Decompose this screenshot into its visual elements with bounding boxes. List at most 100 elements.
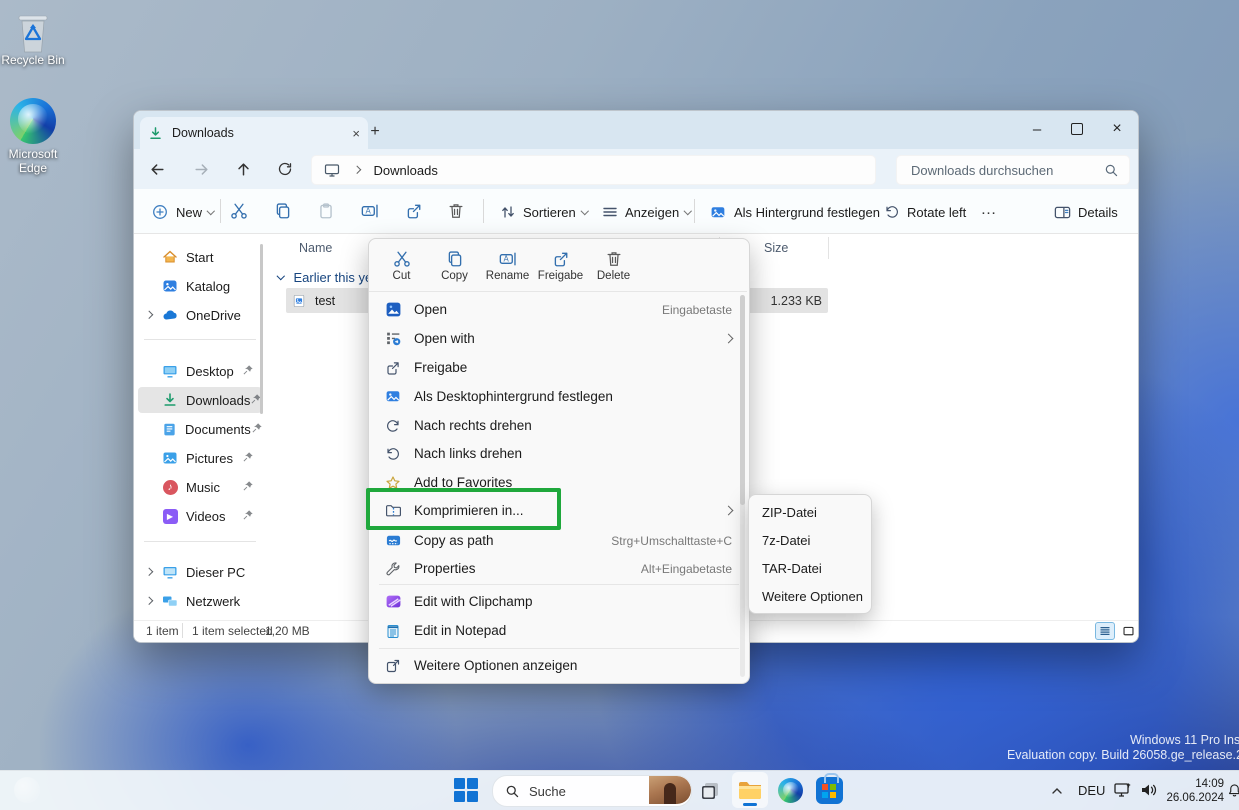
sidebar-item-start[interactable]: Start (138, 244, 262, 270)
copy-button[interactable] (268, 196, 298, 226)
maximize-button[interactable] (1057, 112, 1097, 146)
menu-item-share[interactable]: Freigabe (374, 353, 742, 382)
image-file-icon (292, 294, 306, 308)
menu-item-copy-as-path[interactable]: Copy as path Strg+Umschalttaste+C (374, 526, 742, 555)
tab-close-icon[interactable]: × (352, 126, 360, 141)
rotate-left-button[interactable]: Rotate left (878, 199, 972, 225)
group-header[interactable]: Earlier this ye (278, 267, 372, 287)
quick-share-button[interactable]: Freigabe (534, 244, 587, 288)
widgets-icon[interactable] (14, 777, 40, 803)
task-view-button[interactable] (698, 779, 722, 803)
sort-button[interactable]: Sortieren (494, 199, 593, 225)
notification-bell-icon[interactable] (1226, 782, 1239, 798)
expand-chevron-icon[interactable] (145, 311, 153, 319)
cut-button[interactable] (224, 196, 254, 226)
new-button[interactable]: New (144, 199, 222, 225)
sidebar-item-katalog[interactable]: Katalog (138, 273, 262, 299)
quick-delete-button[interactable]: Delete (587, 244, 640, 288)
tray-expand-button[interactable] (1048, 782, 1066, 800)
evaluation-watermark: Windows 11 Pro Insi Evaluation copy. Bui… (823, 733, 1239, 763)
start-button[interactable] (452, 776, 480, 804)
paste-button[interactable] (311, 196, 341, 226)
network-tray-icon[interactable] (1112, 779, 1134, 801)
active-app-indicator (743, 803, 757, 806)
minimize-button[interactable]: – (1017, 112, 1057, 146)
menu-item-rotate-right[interactable]: Nach rechts drehen (374, 411, 742, 440)
column-separator[interactable] (828, 237, 829, 259)
quick-rename-button[interactable]: A Rename (481, 244, 534, 288)
search-input[interactable] (909, 162, 1083, 179)
bing-daily-image[interactable] (649, 776, 691, 804)
search-box[interactable] (896, 155, 1130, 185)
taskbar-search[interactable]: Suche (492, 775, 692, 807)
view-dropdown-chevron-icon (684, 207, 692, 215)
details-view-toggle[interactable] (1095, 622, 1115, 640)
sidebar-item-videos[interactable]: ▶ Videos (138, 503, 262, 529)
column-header-name[interactable]: Name (299, 241, 332, 255)
forward-button[interactable] (186, 154, 216, 184)
pin-icon (242, 509, 254, 524)
address-bar[interactable]: Downloads (311, 155, 876, 185)
file-explorer-taskbar-button[interactable] (732, 772, 768, 808)
submenu-item-7z[interactable]: 7z-Datei (753, 527, 872, 554)
menu-item-edit-in-notepad[interactable]: Edit in Notepad (374, 616, 742, 645)
menu-item-properties[interactable]: Properties Alt+Eingabetaste (374, 554, 742, 583)
sidebar-divider (144, 541, 256, 542)
menu-item-edit-with-clipchamp[interactable]: Edit with Clipchamp (374, 587, 742, 616)
share-button[interactable] (399, 196, 429, 226)
sidebar-label: Dieser PC (186, 565, 245, 580)
details-pane-button[interactable]: Details (1054, 199, 1118, 225)
expand-chevron-icon[interactable] (145, 597, 153, 605)
sidebar-item-dieser-pc[interactable]: Dieser PC (138, 559, 262, 585)
quick-cut-button[interactable]: Cut (375, 244, 428, 288)
menu-item-open-with[interactable]: Open with (374, 324, 742, 353)
submenu-item-tar[interactable]: TAR-Datei (753, 555, 872, 582)
edge-shortcut[interactable]: Microsoft Edge (1, 98, 65, 176)
close-button[interactable]: × (1097, 112, 1137, 146)
submenu-item-more-options[interactable]: Weitere Optionen (753, 583, 872, 610)
clock[interactable]: 14:09 26.06.2024 (1162, 777, 1224, 806)
refresh-button[interactable] (270, 154, 300, 184)
menu-item-rotate-left[interactable]: Nach links drehen (374, 439, 742, 468)
store-taskbar-button[interactable] (816, 777, 843, 804)
back-button[interactable] (142, 154, 172, 184)
watermark-line2: Evaluation copy. Build 26058.ge_release.… (823, 748, 1239, 763)
clipchamp-icon (384, 593, 402, 610)
group-collapse-chevron-icon[interactable] (277, 272, 285, 280)
sidebar-item-downloads[interactable]: Downloads (138, 387, 262, 413)
sidebar-item-music[interactable]: ♪ Music (138, 474, 262, 500)
icons-view-toggle[interactable] (1118, 622, 1138, 640)
expand-chevron-icon[interactable] (145, 568, 153, 576)
volume-tray-icon[interactable] (1138, 779, 1160, 801)
menu-item-set-desktop-background[interactable]: Als Desktophintergrund festlegen (374, 382, 742, 411)
delete-button[interactable] (441, 196, 471, 226)
set-background-button[interactable]: Als Hintergrund festlegen (704, 199, 886, 225)
sidebar-item-onedrive[interactable]: OneDrive (138, 302, 262, 328)
quick-copy-button[interactable]: Copy (428, 244, 481, 288)
breadcrumb[interactable]: Downloads (374, 163, 438, 178)
sidebar-item-netzwerk[interactable]: Netzwerk (138, 588, 262, 614)
language-indicator[interactable]: DEU (1078, 783, 1105, 798)
menu-item-open[interactable]: Open Eingabetaste (374, 295, 742, 324)
tab-downloads[interactable]: Downloads × (140, 117, 368, 149)
sidebar-item-documents[interactable]: Documents (138, 416, 262, 442)
menu-item-show-more-options[interactable]: Weitere Optionen anzeigen (374, 651, 742, 680)
menu-scrollbar-thumb[interactable] (740, 295, 745, 505)
menu-scrollbar[interactable] (740, 295, 745, 677)
up-button[interactable] (228, 154, 258, 184)
submenu-item-zip[interactable]: ZIP-Datei (753, 499, 872, 526)
column-header-size[interactable]: Size (764, 241, 788, 255)
rename-button[interactable]: A (355, 196, 385, 226)
share-icon (552, 250, 570, 268)
view-button[interactable]: Anzeigen (596, 199, 697, 225)
sidebar-item-desktop[interactable]: Desktop (138, 358, 262, 384)
edge-taskbar-button[interactable] (778, 778, 803, 803)
pin-icon (242, 480, 254, 495)
menu-shortcut: Strg+Umschalttaste+C (611, 534, 732, 548)
sidebar-scrollbar[interactable] (260, 244, 263, 414)
sidebar-item-pictures[interactable]: Pictures (138, 445, 262, 471)
pin-icon (251, 422, 263, 437)
more-options-icon[interactable]: … (976, 195, 1002, 225)
new-tab-button[interactable]: + (364, 121, 386, 143)
recycle-bin-shortcut[interactable]: Recycle Bin (0, 10, 71, 68)
